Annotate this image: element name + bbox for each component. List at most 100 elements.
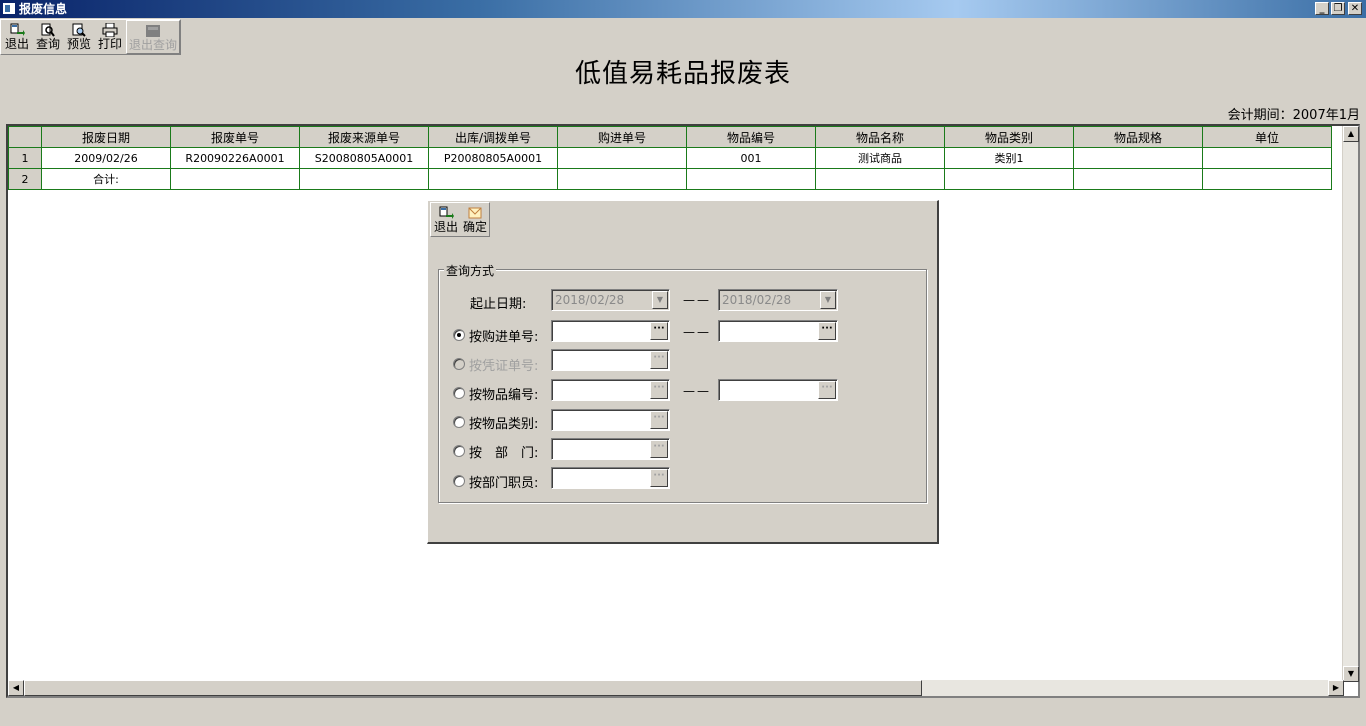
grid-cell[interactable] <box>557 147 687 169</box>
exit-icon <box>438 206 454 220</box>
vertical-scrollbar[interactable]: ▲ ▼ <box>1342 126 1359 682</box>
column-header[interactable]: 出库/调拨单号 <box>428 126 558 148</box>
ellipsis-icon[interactable]: ··· <box>818 322 836 340</box>
exit-button[interactable]: 退出 <box>2 20 32 54</box>
ellipsis-icon[interactable]: ··· <box>650 351 668 369</box>
column-header[interactable]: 报废日期 <box>41 126 171 148</box>
grid-cell[interactable]: R20090226A0001 <box>170 147 300 169</box>
department-staff-label: 按部门职员: <box>469 476 539 491</box>
grid-cell[interactable] <box>170 168 300 190</box>
grid-cell[interactable]: S20080805A0001 <box>299 147 429 169</box>
column-header[interactable]: 物品名称 <box>815 126 945 148</box>
scroll-right-icon[interactable]: ▶ <box>1328 680 1344 696</box>
horizontal-scroll-thumb[interactable] <box>24 680 922 696</box>
grid-cell[interactable]: 类别1 <box>944 147 1074 169</box>
scroll-down-icon[interactable]: ▼ <box>1343 666 1359 682</box>
item-code-from-input[interactable]: ··· <box>551 379 670 401</box>
item-category-radio[interactable] <box>453 416 465 428</box>
close-button[interactable]: ✕ <box>1348 2 1362 15</box>
ellipsis-icon[interactable]: ··· <box>650 381 668 399</box>
scroll-left-icon[interactable]: ◀ <box>8 680 24 696</box>
department-staff-radio[interactable] <box>453 475 465 487</box>
dialog-confirm-button[interactable]: 确定 <box>461 203 489 237</box>
column-header[interactable]: 物品规格 <box>1073 126 1203 148</box>
item-code-to-input[interactable]: ··· <box>718 379 838 401</box>
column-header[interactable]: 报废单号 <box>170 126 300 148</box>
grid-cell[interactable] <box>1202 147 1332 169</box>
grid-cell[interactable] <box>686 168 816 190</box>
grid-cell[interactable]: 测试商品 <box>815 147 945 169</box>
grid-cell[interactable] <box>428 168 558 190</box>
row-number: 1 <box>8 147 42 169</box>
column-header[interactable]: 物品编号 <box>686 126 816 148</box>
header-row: 报废日期 报废单号 报废来源单号 出库/调拨单号 购进单号 物品编号 物品名称 … <box>8 126 1332 148</box>
grid-cell[interactable] <box>1202 168 1332 190</box>
minimize-button[interactable]: _ <box>1315 2 1329 15</box>
column-header[interactable]: 单位 <box>1202 126 1332 148</box>
corner-cell <box>8 126 42 148</box>
grid-cell[interactable]: P20080805A0001 <box>428 147 558 169</box>
exit-query-label: 退出查询 <box>128 38 177 52</box>
purchase-no-from-input[interactable]: ··· <box>551 320 670 342</box>
search-icon <box>40 23 56 37</box>
ellipsis-icon[interactable]: ··· <box>818 381 836 399</box>
print-button[interactable]: 打印 <box>95 20 125 54</box>
item-code-label: 按物品编号: <box>469 388 539 403</box>
grid-cell[interactable]: 2009/02/26 <box>41 147 171 169</box>
app-icon <box>2 2 16 15</box>
voucher-no-input[interactable]: ··· <box>551 349 670 371</box>
window-title: 报废信息 <box>19 2 68 16</box>
ellipsis-icon[interactable]: ··· <box>650 469 668 487</box>
restore-button[interactable]: ❐ <box>1331 2 1345 15</box>
ellipsis-icon[interactable]: ··· <box>650 411 668 429</box>
report-title: 低值易耗品报废表 <box>574 59 791 89</box>
ellipsis-icon[interactable]: ··· <box>650 322 668 340</box>
grid-cell[interactable] <box>944 168 1074 190</box>
total-label-cell[interactable]: 合计: <box>41 168 171 190</box>
item-code-radio[interactable] <box>453 387 465 399</box>
date-range-label: 起止日期: <box>470 297 527 312</box>
dialog-exit-button[interactable]: 退出 <box>432 203 460 237</box>
grid-cell[interactable] <box>1073 168 1203 190</box>
range-separator: —— <box>683 384 711 398</box>
start-date-value: 2018/02/28 <box>555 293 625 307</box>
column-header[interactable]: 购进单号 <box>557 126 687 148</box>
grid-cell[interactable] <box>815 168 945 190</box>
horizontal-scrollbar[interactable]: ◀ ▶ <box>8 680 1344 696</box>
column-header[interactable]: 物品类别 <box>944 126 1074 148</box>
table-row[interactable]: 2 合计: <box>8 168 1332 190</box>
column-header[interactable]: 报废来源单号 <box>299 126 429 148</box>
main-toolbar: 退出 查询 预览 打印 退出查询 <box>0 19 181 55</box>
voucher-no-radio[interactable] <box>453 358 465 370</box>
ellipsis-icon[interactable]: ··· <box>650 440 668 458</box>
chevron-down-icon[interactable]: ▼ <box>820 291 836 309</box>
print-label: 打印 <box>97 37 122 51</box>
department-staff-input[interactable]: ··· <box>551 467 670 489</box>
purchase-no-to-input[interactable]: ··· <box>718 320 838 342</box>
start-date-picker[interactable]: 2018/02/28 ▼ <box>551 289 670 311</box>
preview-button[interactable]: 预览 <box>64 20 94 54</box>
dialog-toolbar: 退出 确定 <box>430 202 490 237</box>
group-title: 查询方式 <box>444 262 497 279</box>
grid-cell[interactable] <box>1073 147 1203 169</box>
department-input[interactable]: ··· <box>551 438 670 460</box>
chevron-down-icon[interactable]: ▼ <box>652 291 668 309</box>
table-row[interactable]: 1 2009/02/26 R20090226A0001 S20080805A00… <box>8 147 1332 169</box>
end-date-picker[interactable]: 2018/02/28 ▼ <box>718 289 838 311</box>
query-dialog: 退出 确定 查询方式 起止日期: 2018/02/28 ▼ —— 2018/02… <box>427 200 939 544</box>
exit-query-button[interactable]: 退出查询 <box>126 20 180 54</box>
query-button[interactable]: 查询 <box>33 20 63 54</box>
scroll-up-icon[interactable]: ▲ <box>1343 126 1359 142</box>
purchase-no-radio[interactable] <box>453 329 465 341</box>
title-bar: 报废信息 _ ❐ ✕ <box>0 0 1366 18</box>
period-value: 2007年1月 <box>1292 108 1360 123</box>
grid-cell[interactable]: 001 <box>686 147 816 169</box>
grid-cell[interactable] <box>299 168 429 190</box>
item-category-input[interactable]: ··· <box>551 409 670 431</box>
print-icon <box>102 22 118 38</box>
department-radio[interactable] <box>453 445 465 457</box>
purchase-no-label: 按购进单号: <box>469 330 539 345</box>
item-category-label: 按物品类别: <box>469 417 539 432</box>
grid-cell[interactable] <box>557 168 687 190</box>
range-separator: —— <box>683 293 711 307</box>
